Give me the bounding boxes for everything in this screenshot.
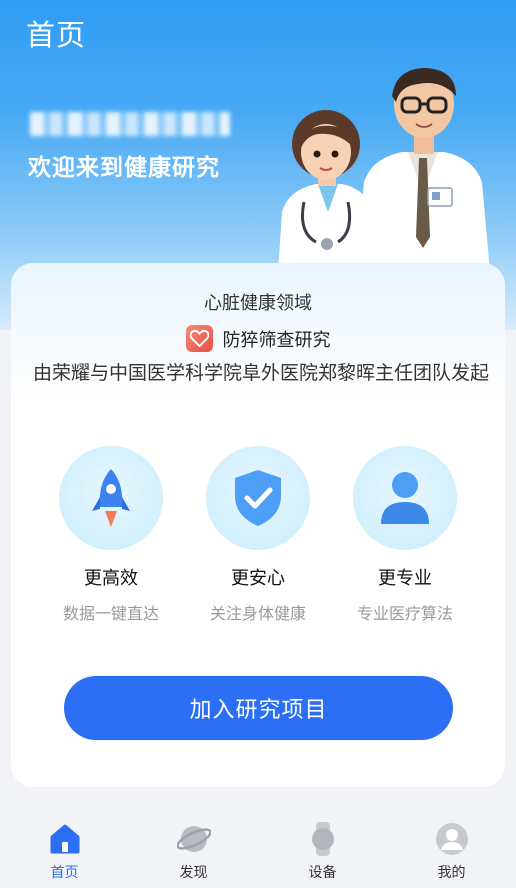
feature-secure: 更安心 关注身体健康 <box>188 446 328 624</box>
feature-efficient: 更高效 数据一键直达 <box>41 446 181 624</box>
feature-circle <box>353 446 457 550</box>
study-title: 防猝筛查研究 <box>222 329 331 351</box>
welcome-text: 欢迎来到健康研究 <box>28 155 220 181</box>
domain-label: 心脏健康领域 <box>204 293 312 314</box>
study-title-row: 防猝筛查研究 <box>11 325 505 352</box>
person-icon <box>381 472 429 524</box>
tab-discover[interactable]: 发现 <box>129 808 258 888</box>
feature-circle <box>59 446 163 550</box>
feature-title: 更高效 <box>84 568 138 589</box>
tab-label: 发现 <box>179 865 208 881</box>
rocket-icon <box>92 469 130 527</box>
feature-subtitle: 关注身体健康 <box>209 604 306 623</box>
feature-title: 更安心 <box>231 568 285 589</box>
tab-home[interactable]: 首页 <box>0 808 129 888</box>
profile-icon <box>435 822 469 856</box>
planet-icon <box>176 822 211 856</box>
feature-circle <box>206 446 310 550</box>
blurred-username <box>30 112 230 136</box>
page-title: 首页 <box>26 18 87 52</box>
feature-title: 更专业 <box>378 568 432 589</box>
tab-label: 首页 <box>50 865 79 881</box>
feature-professional: 更专业 专业医疗算法 <box>335 446 475 624</box>
heart-app-icon <box>185 325 213 352</box>
join-study-button[interactable]: 加入研究项目 <box>64 676 453 740</box>
feature-subtitle: 专业医疗算法 <box>356 604 453 623</box>
tab-label: 我的 <box>437 865 466 881</box>
watch-icon <box>306 822 340 856</box>
study-initiator: 由荣耀与中国医学科学院阜外医院郑黎晖主任团队发起 <box>32 362 489 384</box>
shield-check-icon <box>235 470 281 526</box>
tab-me[interactable]: 我的 <box>387 808 516 888</box>
doctors-illustration <box>278 68 490 272</box>
bottom-tab-bar: 首页 发现 设备 我的 <box>0 808 516 888</box>
feature-subtitle: 数据一键直达 <box>62 604 159 623</box>
tab-label: 设备 <box>308 865 337 881</box>
tab-device[interactable]: 设备 <box>258 808 387 888</box>
study-card: 心脏健康领域 防猝筛查研究 由荣耀与中国医学科学院阜外医院郑黎晖主任团队发起 更… <box>11 263 505 787</box>
home-icon <box>48 822 82 856</box>
